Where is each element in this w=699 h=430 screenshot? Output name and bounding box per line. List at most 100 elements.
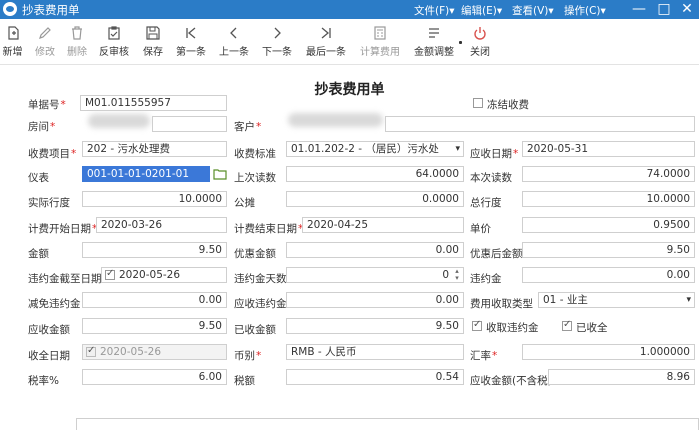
title-bar: 抄表费用单 文件(F)▾ 编辑(E)▾ 查看(V)▾ 操作(C)▾ — □ ✕ [0,0,699,19]
last-record-button[interactable]: 最后一条 [302,21,350,58]
collect-penalty-checkbox[interactable] [472,319,482,331]
menu-action[interactable]: 操作(C)▾ [564,3,606,18]
collect-date-checkbox [86,345,96,357]
penalty-cutoff-field[interactable]: 2020-05-26 [101,267,227,283]
penalty-due-field[interactable]: 0.00 [286,292,464,308]
unit-price-field[interactable]: 0.9500 [522,217,695,233]
delete-button[interactable]: 删除 [63,21,91,58]
tax-label: 税额 [234,375,255,387]
pencil-icon [39,27,51,39]
amount-field[interactable]: 9.50 [82,242,227,258]
customer-blurred [288,113,383,127]
unapprove-button[interactable]: 反审核 [95,21,133,58]
penalty-days-spinner-icon[interactable]: ▴ ▾ [453,268,461,282]
received-field[interactable]: 9.50 [286,318,464,334]
customer-label: 客户* [234,121,262,133]
after-discount-label: 优惠后金额 [470,248,523,260]
after-discount-field[interactable]: 9.50 [522,242,695,258]
shared-label: 公摊 [234,197,255,209]
calc-fee-button[interactable]: 计算费用 [356,21,404,58]
prev-icon [230,27,237,39]
receivable-field[interactable]: 9.50 [82,318,227,334]
doc-no-label: 单据号* [28,99,66,111]
fee-collect-type-select[interactable]: 01 - 业主 [538,292,695,308]
this-reading-label: 本次读数 [470,172,512,184]
collected-label: 已收全 [576,322,608,334]
penalty-days-field[interactable]: 0 [286,267,464,283]
rate-label: 汇率* [470,350,498,362]
minimize-button[interactable]: — [629,0,649,19]
tax-rate-label: 税率% [28,375,59,387]
received-label: 已收金额 [234,324,276,336]
app-logo-icon [3,2,17,16]
doc-no-field[interactable]: M01.011555957 [80,95,227,111]
close-window-button[interactable]: ✕ [677,0,697,19]
menu-file[interactable]: 文件(F)▾ [414,3,455,18]
first-icon [186,27,196,39]
last-reading-field[interactable]: 64.0000 [286,166,464,182]
penalty-cutoff-checkbox[interactable] [105,268,115,280]
dropdown-arrow-icon[interactable] [459,41,462,44]
penalty-waive-field[interactable]: 0.00 [82,292,227,308]
due-date-field[interactable]: 2020-05-31 [522,141,695,157]
meter-label: 仪表 [28,172,49,184]
room-label: 房间* [28,121,56,133]
unit-price-label: 单价 [470,223,491,235]
bill-start-label: 计费开始日期* [28,223,98,235]
discount-label: 优惠金额 [234,248,276,260]
due-date-label: 应收日期* [470,148,519,160]
calculator-icon [374,26,386,40]
discount-field[interactable]: 0.00 [286,242,464,258]
last-icon [321,27,331,39]
adjust-icon [429,28,439,38]
fee-standard-select[interactable]: 01.01.202-2 - （居民）污水处 [286,141,464,157]
new-button[interactable]: 新增 [0,21,25,58]
this-reading-field[interactable]: 74.0000 [522,166,695,182]
tax-rate-field[interactable]: 6.00 [82,369,227,385]
new-doc-icon [7,26,19,40]
net-receivable-field[interactable]: 8.96 [548,369,695,385]
toolbar: 新增 修改 删除 反审核 保存 第一条 上一条 下一条 最后一条 计算费用 金额… [0,19,699,65]
penalty-label: 违约金 [470,273,502,285]
penalty-cutoff-label: 违约金截至日期 [28,273,102,285]
menu-edit[interactable]: 编辑(E)▾ [461,3,502,18]
floppy-icon [146,26,160,40]
receivable-label: 应收金额 [28,324,70,336]
freeze-label: 冻结收费 [487,99,529,111]
amount-adjust-button[interactable]: 金额调整 [410,21,458,58]
collect-date-field: 2020-05-26 [82,344,227,360]
edit-button[interactable]: 修改 [31,21,59,58]
currency-field[interactable]: RMB - 人民币 [286,344,464,360]
room-blurred [88,114,150,128]
actual-usage-field[interactable]: 10.0000 [82,191,227,207]
tax-field[interactable]: 0.54 [286,369,464,385]
memo-box[interactable] [76,418,699,430]
penalty-waive-label: 减免违约金 [28,298,81,310]
fee-item-field[interactable]: 202 - 污水处理费 [82,141,227,157]
shared-field[interactable]: 0.0000 [286,191,464,207]
prev-record-button[interactable]: 上一条 [215,21,253,58]
bill-end-field[interactable]: 2020-04-25 [302,217,464,233]
customer-field[interactable] [385,116,695,132]
bill-start-field[interactable]: 2020-03-26 [96,217,227,233]
first-record-button[interactable]: 第一条 [172,21,210,58]
penalty-due-label: 应收违约金 [234,298,287,310]
rate-field[interactable]: 1.000000 [522,344,695,360]
meter-field[interactable]: 001-01-01-0201-01 [82,166,210,182]
room-field[interactable] [152,116,227,132]
folder-icon[interactable] [213,168,227,180]
freeze-checkbox[interactable] [473,98,483,108]
window-title: 抄表费用单 [22,3,80,17]
total-usage-field[interactable]: 10.0000 [522,191,695,207]
currency-label: 币别* [234,350,262,362]
menu-view[interactable]: 查看(V)▾ [512,3,554,18]
penalty-field[interactable]: 0.00 [522,267,695,283]
close-button[interactable]: 关闭 [467,21,493,58]
next-icon [274,27,281,39]
fee-collect-type-label: 费用收取类型 [470,298,533,310]
next-record-button[interactable]: 下一条 [258,21,296,58]
actual-usage-label: 实际行度 [28,197,70,209]
collected-checkbox[interactable] [562,319,572,331]
save-button[interactable]: 保存 [139,21,167,58]
maximize-button[interactable]: □ [654,0,674,19]
